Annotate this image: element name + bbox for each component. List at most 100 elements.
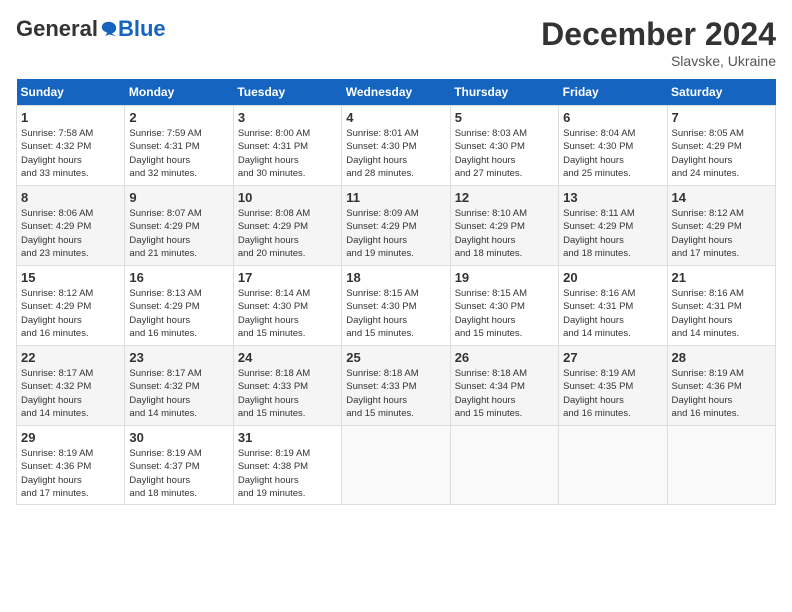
calendar-cell: 30 Sunrise: 8:19 AMSunset: 4:37 PMDayligh…: [125, 426, 233, 505]
calendar-cell: 9 Sunrise: 8:07 AMSunset: 4:29 PMDaylight…: [125, 186, 233, 266]
day-info: Sunrise: 8:11 AMSunset: 4:29 PMDaylight …: [563, 207, 662, 260]
calendar-cell: [342, 426, 450, 505]
day-info: Sunrise: 8:19 AMSunset: 4:35 PMDaylight …: [563, 367, 662, 420]
calendar-cell: 3 Sunrise: 8:00 AMSunset: 4:31 PMDaylight…: [233, 106, 341, 186]
day-number: 23: [129, 350, 228, 365]
calendar-cell: 16 Sunrise: 8:13 AMSunset: 4:29 PMDayligh…: [125, 266, 233, 346]
calendar-cell: 12 Sunrise: 8:10 AMSunset: 4:29 PMDayligh…: [450, 186, 558, 266]
day-number: 15: [21, 270, 120, 285]
calendar-cell: 15 Sunrise: 8:12 AMSunset: 4:29 PMDayligh…: [17, 266, 125, 346]
day-info: Sunrise: 8:14 AMSunset: 4:30 PMDaylight …: [238, 287, 337, 340]
logo: General Blue: [16, 16, 166, 42]
day-number: 27: [563, 350, 662, 365]
page-header: General Blue December 2024 Slavske, Ukra…: [16, 16, 776, 69]
calendar-cell: [450, 426, 558, 505]
day-number: 14: [672, 190, 771, 205]
logo-blue: Blue: [118, 16, 166, 42]
day-number: 31: [238, 430, 337, 445]
day-info: Sunrise: 8:00 AMSunset: 4:31 PMDaylight …: [238, 127, 337, 180]
calendar-cell: 6 Sunrise: 8:04 AMSunset: 4:30 PMDaylight…: [559, 106, 667, 186]
calendar-cell: 14 Sunrise: 8:12 AMSunset: 4:29 PMDayligh…: [667, 186, 775, 266]
calendar-cell: 7 Sunrise: 8:05 AMSunset: 4:29 PMDaylight…: [667, 106, 775, 186]
calendar-week-row: 29 Sunrise: 8:19 AMSunset: 4:36 PMDayligh…: [17, 426, 776, 505]
day-info: Sunrise: 8:04 AMSunset: 4:30 PMDaylight …: [563, 127, 662, 180]
day-info: Sunrise: 7:58 AMSunset: 4:32 PMDaylight …: [21, 127, 120, 180]
day-info: Sunrise: 8:19 AMSunset: 4:37 PMDaylight …: [129, 447, 228, 500]
day-info: Sunrise: 8:16 AMSunset: 4:31 PMDaylight …: [672, 287, 771, 340]
day-number: 21: [672, 270, 771, 285]
calendar-cell: 8Sunrise: 8:06 AMSunset: 4:29 PMDaylight…: [17, 186, 125, 266]
calendar-header-row: SundayMondayTuesdayWednesdayThursdayFrid…: [17, 79, 776, 106]
column-header-sunday: Sunday: [17, 79, 125, 106]
day-info: Sunrise: 8:12 AMSunset: 4:29 PMDaylight …: [21, 287, 120, 340]
day-number: 3: [238, 110, 337, 125]
day-number: 26: [455, 350, 554, 365]
day-number: 9: [129, 190, 228, 205]
calendar-cell: 5 Sunrise: 8:03 AMSunset: 4:30 PMDaylight…: [450, 106, 558, 186]
column-header-monday: Monday: [125, 79, 233, 106]
day-number: 5: [455, 110, 554, 125]
column-header-wednesday: Wednesday: [342, 79, 450, 106]
calendar-week-row: 15 Sunrise: 8:12 AMSunset: 4:29 PMDayligh…: [17, 266, 776, 346]
day-number: 4: [346, 110, 445, 125]
day-number: 24: [238, 350, 337, 365]
day-info: Sunrise: 8:19 AMSunset: 4:36 PMDaylight …: [21, 447, 120, 500]
calendar-cell: 13 Sunrise: 8:11 AMSunset: 4:29 PMDayligh…: [559, 186, 667, 266]
location: Slavske, Ukraine: [541, 53, 776, 69]
day-number: 8: [21, 190, 120, 205]
calendar-cell: 26Sunrise: 8:18 AMSunset: 4:34 PMDayligh…: [450, 346, 558, 426]
day-number: 7: [672, 110, 771, 125]
calendar-week-row: 8Sunrise: 8:06 AMSunset: 4:29 PMDaylight…: [17, 186, 776, 266]
logo-bird-icon: [100, 20, 118, 38]
day-info: Sunrise: 8:07 AMSunset: 4:29 PMDaylight …: [129, 207, 228, 260]
day-number: 30: [129, 430, 228, 445]
day-number: 12: [455, 190, 554, 205]
day-info: Sunrise: 8:01 AMSunset: 4:30 PMDaylight …: [346, 127, 445, 180]
day-number: 10: [238, 190, 337, 205]
day-info: Sunrise: 8:12 AMSunset: 4:29 PMDaylight …: [672, 207, 771, 260]
day-number: 25: [346, 350, 445, 365]
calendar-week-row: 22Sunrise: 8:17 AMSunset: 4:32 PMDayligh…: [17, 346, 776, 426]
calendar-cell: 31Sunrise: 8:19 AMSunset: 4:38 PMDayligh…: [233, 426, 341, 505]
day-info: Sunrise: 8:10 AMSunset: 4:29 PMDaylight …: [455, 207, 554, 260]
day-number: 1: [21, 110, 120, 125]
calendar-cell: 17 Sunrise: 8:14 AMSunset: 4:30 PMDayligh…: [233, 266, 341, 346]
calendar-cell: 22Sunrise: 8:17 AMSunset: 4:32 PMDayligh…: [17, 346, 125, 426]
calendar-table: SundayMondayTuesdayWednesdayThursdayFrid…: [16, 79, 776, 505]
calendar-cell: 19Sunrise: 8:15 AMSunset: 4:30 PMDayligh…: [450, 266, 558, 346]
calendar-cell: 29 Sunrise: 8:19 AMSunset: 4:36 PMDayligh…: [17, 426, 125, 505]
day-number: 29: [21, 430, 120, 445]
day-info: Sunrise: 8:08 AMSunset: 4:29 PMDaylight …: [238, 207, 337, 260]
calendar-cell: 1 Sunrise: 7:58 AMSunset: 4:32 PMDaylight…: [17, 106, 125, 186]
day-info: Sunrise: 8:17 AMSunset: 4:32 PMDaylight …: [21, 367, 120, 420]
day-info: Sunrise: 8:19 AMSunset: 4:36 PMDaylight …: [672, 367, 771, 420]
calendar-cell: 2 Sunrise: 7:59 AMSunset: 4:31 PMDaylight…: [125, 106, 233, 186]
calendar-cell: 28 Sunrise: 8:19 AMSunset: 4:36 PMDayligh…: [667, 346, 775, 426]
day-number: 13: [563, 190, 662, 205]
calendar-cell: 20Sunrise: 8:16 AMSunset: 4:31 PMDayligh…: [559, 266, 667, 346]
day-info: Sunrise: 8:05 AMSunset: 4:29 PMDaylight …: [672, 127, 771, 180]
day-number: 20: [563, 270, 662, 285]
calendar-cell: 23 Sunrise: 8:17 AMSunset: 4:32 PMDayligh…: [125, 346, 233, 426]
day-number: 6: [563, 110, 662, 125]
day-info: Sunrise: 8:03 AMSunset: 4:30 PMDaylight …: [455, 127, 554, 180]
calendar-cell: [559, 426, 667, 505]
logo-general: General: [16, 16, 98, 42]
calendar-cell: 24Sunrise: 8:18 AMSunset: 4:33 PMDayligh…: [233, 346, 341, 426]
day-number: 2: [129, 110, 228, 125]
day-info: Sunrise: 8:17 AMSunset: 4:32 PMDaylight …: [129, 367, 228, 420]
column-header-tuesday: Tuesday: [233, 79, 341, 106]
day-number: 28: [672, 350, 771, 365]
day-info: Sunrise: 8:13 AMSunset: 4:29 PMDaylight …: [129, 287, 228, 340]
calendar-cell: 21 Sunrise: 8:16 AMSunset: 4:31 PMDayligh…: [667, 266, 775, 346]
day-info: Sunrise: 8:15 AMSunset: 4:30 PMDaylight …: [346, 287, 445, 340]
day-number: 11: [346, 190, 445, 205]
calendar-cell: 10 Sunrise: 8:08 AMSunset: 4:29 PMDayligh…: [233, 186, 341, 266]
calendar-cell: 25Sunrise: 8:18 AMSunset: 4:33 PMDayligh…: [342, 346, 450, 426]
day-info: Sunrise: 8:09 AMSunset: 4:29 PMDaylight …: [346, 207, 445, 260]
day-number: 17: [238, 270, 337, 285]
calendar-cell: 11 Sunrise: 8:09 AMSunset: 4:29 PMDayligh…: [342, 186, 450, 266]
day-number: 18: [346, 270, 445, 285]
day-number: 16: [129, 270, 228, 285]
day-info: Sunrise: 7:59 AMSunset: 4:31 PMDaylight …: [129, 127, 228, 180]
